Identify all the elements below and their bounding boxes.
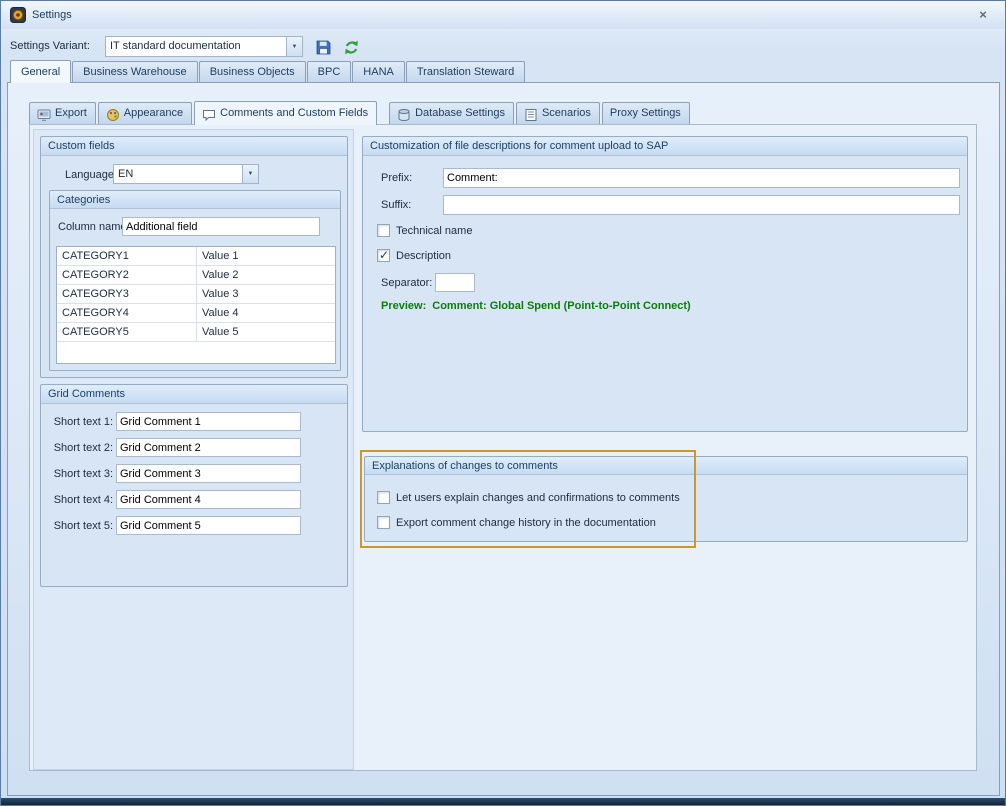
value-cell[interactable]: Value 3 [197,285,335,303]
database-icon [397,108,411,122]
save-icon [315,39,332,56]
category-cell[interactable]: CATEGORY5 [57,323,197,341]
app-gear-icon [10,7,26,23]
tab-export-label: Export [55,107,87,119]
tab-proxy-settings[interactable]: Proxy Settings [602,102,690,124]
tab-comments-and-custom-fields[interactable]: Comments and Custom Fields [194,101,377,125]
palette-icon [106,108,120,122]
suffix-label: Suffix: [381,199,411,211]
grid-comments-title: Grid Comments [41,385,347,404]
tab-export[interactable]: Export [29,102,96,124]
preview-label: Preview: [381,300,426,312]
separator-label: Separator: [381,277,432,289]
separator-input[interactable] [435,273,475,292]
preview-value: Comment: Global Spend (Point-to-Point Co… [432,300,690,312]
highlight-annotation [360,450,696,548]
export-icon [37,108,51,122]
short-text-5-input[interactable] [116,516,301,535]
short-text-2-input[interactable] [116,438,301,457]
short-text-1-input[interactable] [116,412,301,431]
sub-tab-strip: Export Appearance Comments and Custom Fi… [29,102,690,125]
short-text-1-label: Short text 1: [45,416,113,428]
grid-comments-group: Grid Comments Short text 1: Short text 2… [40,384,348,587]
short-text-4-label: Short text 4: [45,494,113,506]
tab-comments-label: Comments and Custom Fields [220,107,368,119]
tab-hana[interactable]: HANA [352,61,405,82]
tab-database-settings[interactable]: Database Settings [389,102,514,124]
column-name-label: Column name: [58,221,130,233]
save-button[interactable] [313,37,334,58]
customization-group: Customization of file descriptions for c… [362,136,968,432]
short-text-2-label: Short text 2: [45,442,113,454]
refresh-icon [343,39,360,56]
language-combobox[interactable]: EN ▼ [113,164,259,184]
table-row: CATEGORY2 Value 2 [57,266,335,285]
chevron-down-icon[interactable]: ▼ [286,37,302,56]
settings-window: Settings × Settings Variant: IT standard… [0,0,1006,806]
settings-variant-combobox[interactable]: IT standard documentation ▼ [105,36,303,57]
short-text-3-label: Short text 3: [45,468,113,480]
window-title: Settings [32,9,72,21]
list-page-icon [524,108,538,122]
prefix-label: Prefix: [381,172,412,184]
suffix-input[interactable] [443,195,960,215]
language-label: Language [65,169,114,181]
short-text-3-input[interactable] [116,464,301,483]
technical-name-label: Technical name [396,225,472,237]
settings-variant-value: IT standard documentation [106,37,286,56]
tab-scenarios[interactable]: Scenarios [516,102,600,124]
tab-database-settings-label: Database Settings [415,107,505,119]
prefix-input[interactable] [443,168,960,188]
categories-title: Categories [50,191,340,209]
tab-scenarios-label: Scenarios [542,107,591,119]
tab-general[interactable]: General [10,60,71,83]
value-cell[interactable]: Value 5 [197,323,335,341]
custom-fields-group: Custom fields Language EN ▼ Categories C… [40,136,348,378]
tab-appearance-label: Appearance [124,107,183,119]
technical-name-checkbox[interactable] [377,224,390,237]
categories-table[interactable]: CATEGORY1 Value 1 CATEGORY2 Value 2 CATE… [56,246,336,364]
table-row: CATEGORY5 Value 5 [57,323,335,342]
tab-bpc[interactable]: BPC [307,61,352,82]
tab-proxy-settings-label: Proxy Settings [610,107,681,119]
comments-tab-page: Custom fields Language EN ▼ Categories C… [29,124,977,771]
language-value: EN [114,165,242,183]
refresh-button[interactable] [341,37,362,58]
window-bottom-border [1,798,1005,805]
table-row: CATEGORY4 Value 4 [57,304,335,323]
preview-line: Preview: Comment: Global Spend (Point-to-… [381,300,691,312]
tab-business-warehouse[interactable]: Business Warehouse [72,61,198,82]
tab-business-objects[interactable]: Business Objects [199,61,306,82]
chevron-down-icon[interactable]: ▼ [242,165,258,183]
customization-title: Customization of file descriptions for c… [363,137,967,156]
custom-fields-title: Custom fields [41,137,347,156]
categories-group: Categories Column name: CATEGORY1 Value … [49,190,341,371]
column-name-input[interactable] [122,217,320,236]
table-row: CATEGORY1 Value 1 [57,247,335,266]
table-row: CATEGORY3 Value 3 [57,285,335,304]
short-text-5-label: Short text 5: [45,520,113,532]
category-cell[interactable]: CATEGORY2 [57,266,197,284]
tab-appearance[interactable]: Appearance [98,102,192,124]
main-tab-strip: General Business Warehouse Business Obje… [10,61,525,83]
tab-translation-steward[interactable]: Translation Steward [406,61,525,82]
titlebar: Settings × [2,2,1004,29]
settings-variant-label: Settings Variant: [10,40,90,52]
value-cell[interactable]: Value 1 [197,247,335,265]
value-cell[interactable]: Value 4 [197,304,335,322]
close-icon[interactable]: × [974,6,992,24]
value-cell[interactable]: Value 2 [197,266,335,284]
description-label: Description [396,250,451,262]
short-text-4-input[interactable] [116,490,301,509]
speech-bubble-icon [202,108,216,122]
category-cell[interactable]: CATEGORY3 [57,285,197,303]
category-cell[interactable]: CATEGORY1 [57,247,197,265]
category-cell[interactable]: CATEGORY4 [57,304,197,322]
description-checkbox[interactable] [377,249,390,262]
